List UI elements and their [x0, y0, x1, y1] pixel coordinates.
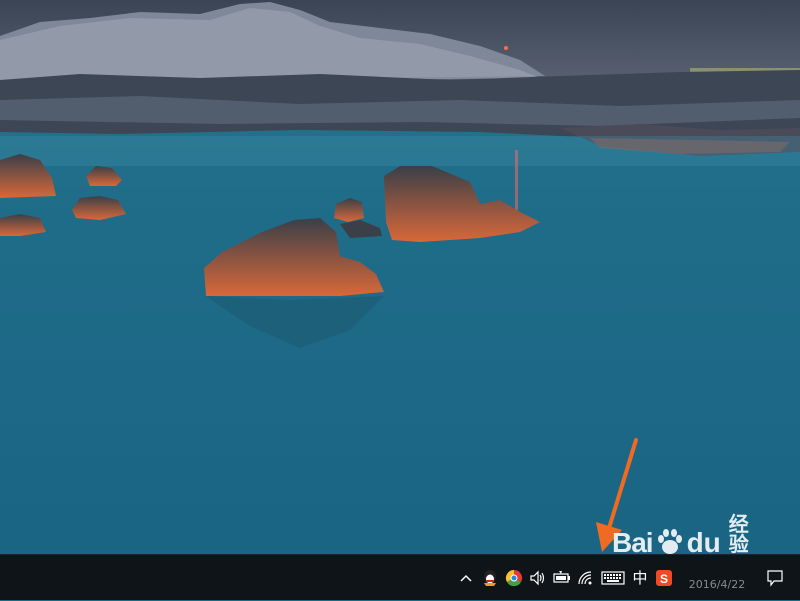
action-center-notification-icon[interactable] — [758, 555, 792, 601]
show-hidden-icons-chevron-icon[interactable] — [454, 555, 478, 601]
desktop-wallpaper — [0, 0, 800, 554]
browser-icon[interactable] — [502, 555, 526, 601]
battery-icon[interactable] — [550, 555, 574, 601]
taskbar-clock[interactable]: 21:51 2016/4/22 — [676, 555, 758, 601]
sogou-ime-icon[interactable]: S — [652, 555, 676, 601]
taskbar: 中 S 21:51 2016/4/22 — [0, 554, 800, 600]
volume-icon[interactable] — [526, 555, 550, 601]
wifi-icon[interactable] — [574, 555, 598, 601]
system-tray: 中 S 21:51 2016/4/22 — [454, 555, 792, 601]
ime-indicator[interactable]: 中 — [628, 555, 652, 601]
blue-lagoon-landscape — [0, 0, 800, 554]
clock-time: 21:51 — [701, 564, 733, 577]
clock-date: 2016/4/22 — [688, 578, 746, 591]
qq-icon[interactable] — [478, 555, 502, 601]
sogou-ime-label: S — [660, 572, 668, 586]
touch-keyboard-icon[interactable] — [598, 555, 628, 601]
